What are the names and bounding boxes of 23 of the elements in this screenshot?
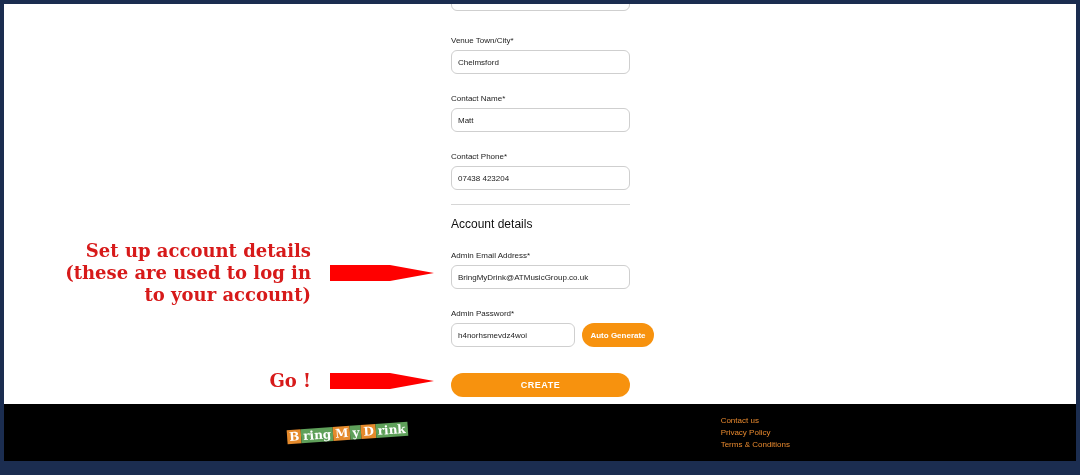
footer-link[interactable]: Terms & Conditions (720, 439, 790, 450)
field-label: Admin Password* (451, 309, 516, 319)
logo-letter-tile: M (332, 425, 351, 441)
input-field[interactable]: h4norhsmevdz4woi (451, 323, 575, 347)
field-label: Contact Name* (451, 94, 507, 104)
field-label: Admin Email Address* (451, 251, 532, 261)
field-label: Contact Phone* (451, 152, 509, 162)
footer-link[interactable]: Privacy Policy (720, 427, 790, 438)
annotation-text: Go ! (268, 370, 311, 392)
logo-letter-tile: rink (375, 421, 409, 438)
logo-letter-tile: D (360, 423, 377, 439)
input-field[interactable]: 07438 423204 (451, 166, 630, 190)
logo-letter-tile: ring (300, 426, 334, 443)
arrow-icon (330, 373, 434, 389)
input-field[interactable]: Matt (451, 108, 630, 132)
field-label: Venue Town/City* (451, 36, 515, 46)
input-field[interactable]: Chelmsford (451, 50, 630, 74)
section-title: Account details (451, 217, 534, 231)
logo-letter-tile: B (286, 428, 302, 444)
annotation-text: Set up account details (these are used to log in to your account) (64, 240, 311, 306)
footer-link[interactable]: Contact us (720, 415, 790, 426)
arrow-icon (330, 265, 434, 281)
input-field[interactable]: BringMyDrink@ATMusicGroup.co.uk (451, 265, 630, 289)
